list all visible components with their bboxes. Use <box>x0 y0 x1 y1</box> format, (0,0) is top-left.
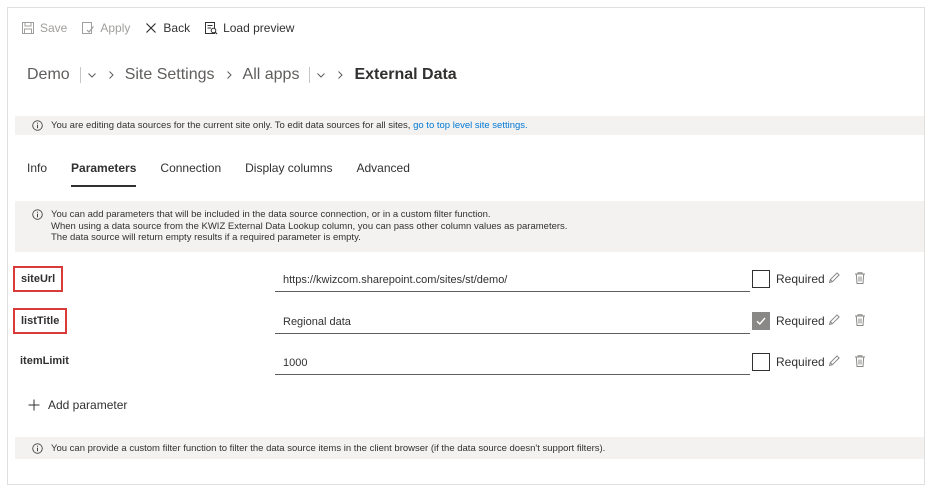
chevron-down-icon <box>317 73 326 78</box>
pencil-icon[interactable] <box>827 354 841 368</box>
tab-advanced[interactable]: Advanced <box>357 161 410 185</box>
info-icon <box>32 442 43 454</box>
info-icon <box>32 209 43 220</box>
required-checkbox[interactable] <box>752 270 770 288</box>
trash-icon[interactable] <box>853 354 867 368</box>
preview-icon <box>205 22 218 35</box>
pencil-icon[interactable] <box>827 271 841 285</box>
breadcrumb-divider <box>79 67 81 83</box>
apply-icon <box>82 22 95 34</box>
required-label: Required <box>776 355 825 369</box>
parameter-row: listTitle Required <box>13 308 924 336</box>
chevron-right-icon <box>226 71 232 79</box>
add-parameter-label: Add parameter <box>48 398 128 412</box>
parameter-row: siteUrl Required <box>13 266 924 294</box>
parameters-info-text: You can add parameters that will be incl… <box>51 209 567 244</box>
toolbar: Save Apply Back Load preview <box>21 19 294 37</box>
filter-info-text: You can provide a custom filter function… <box>51 442 606 454</box>
tab-connection[interactable]: Connection <box>160 161 221 185</box>
required-checkbox[interactable] <box>752 312 770 330</box>
parameters-info-bar: You can add parameters that will be incl… <box>15 201 924 252</box>
save-icon <box>22 22 34 34</box>
chevron-right-icon <box>108 71 114 79</box>
top-level-site-settings-link[interactable]: go to top level site settings. <box>413 120 528 131</box>
info-icon <box>32 120 43 131</box>
close-icon <box>146 23 157 33</box>
breadcrumb-divider <box>309 67 311 83</box>
breadcrumb: Demo Site Settings All apps External Dat… <box>27 64 457 86</box>
breadcrumb-current: External Data <box>354 66 457 83</box>
trash-icon[interactable] <box>853 271 867 285</box>
checkmark-icon <box>756 317 766 326</box>
required-label: Required <box>776 314 825 328</box>
parameters-info-line: When using a data source from the KWIZ E… <box>51 220 568 232</box>
parameter-name: itemLimit <box>20 355 69 367</box>
breadcrumb-root-dropdown[interactable] <box>87 70 97 80</box>
breadcrumb-all-apps[interactable]: All apps <box>243 66 300 84</box>
tab-parameters[interactable]: Parameters <box>71 161 137 187</box>
tab-display-columns[interactable]: Display columns <box>245 161 332 185</box>
chevron-down-icon <box>87 73 96 78</box>
parameter-value-input[interactable] <box>275 310 750 334</box>
plus-icon <box>28 399 40 411</box>
parameter-name-highlight: siteUrl <box>13 266 64 292</box>
breadcrumb-apps-dropdown[interactable] <box>316 70 326 80</box>
breadcrumb-separator <box>224 70 234 80</box>
load-preview-label: Load preview <box>223 21 295 35</box>
breadcrumb-separator <box>106 70 116 80</box>
required-label: Required <box>776 272 825 286</box>
breadcrumb-site-settings[interactable]: Site Settings <box>125 66 215 84</box>
back-label: Back <box>163 21 191 35</box>
pencil-icon[interactable] <box>827 313 841 327</box>
chevron-right-icon <box>338 71 344 79</box>
apply-button[interactable]: Apply <box>81 21 130 35</box>
parameters-info-line: You can add parameters that will be incl… <box>51 209 491 220</box>
parameter-value-input[interactable] <box>275 351 750 375</box>
parameter-name: listTitle <box>21 315 60 327</box>
parameter-value-input[interactable] <box>275 268 750 292</box>
breadcrumb-root[interactable]: Demo <box>27 66 70 84</box>
site-scope-message: You are editing data sources for the cur… <box>51 120 414 131</box>
site-scope-info-bar: You are editing data sources for the cur… <box>15 116 924 135</box>
tab-bar: Info Parameters Connection Display colum… <box>27 161 434 187</box>
parameter-name: siteUrl <box>21 273 56 285</box>
trash-icon[interactable] <box>853 313 867 327</box>
breadcrumb-separator <box>335 70 345 80</box>
parameter-row: itemLimit Required <box>15 349 924 377</box>
add-parameter-button[interactable]: Add parameter <box>28 398 127 412</box>
back-button[interactable]: Back <box>144 21 190 35</box>
parameter-name-highlight: listTitle <box>13 308 68 334</box>
load-preview-button[interactable]: Load preview <box>204 21 294 35</box>
apply-label: Apply <box>100 21 131 35</box>
parameters-info-line: The data source will return empty result… <box>51 232 361 244</box>
required-checkbox[interactable] <box>752 353 770 371</box>
tab-info[interactable]: Info <box>27 161 47 185</box>
save-button[interactable]: Save <box>21 21 67 35</box>
site-scope-info-text: You are editing data sources for the cur… <box>51 120 528 131</box>
save-label: Save <box>40 21 68 35</box>
filter-info-bar: You can provide a custom filter function… <box>15 437 924 459</box>
